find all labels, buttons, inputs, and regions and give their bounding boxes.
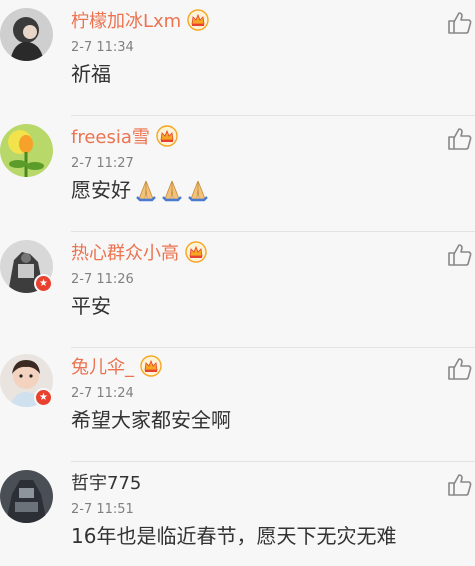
comment-list: 柠檬加冰Lxm 2-7 11:34 祈福 freesia雪 2-7 11:27 …	[0, 0, 475, 566]
crown-icon	[156, 125, 178, 147]
thumbs-up-icon	[448, 244, 472, 266]
comment-text: 平安	[71, 292, 111, 320]
comment-text-content: 祈福	[71, 62, 111, 86]
like-button[interactable]	[447, 472, 473, 498]
comment-time: 2-7 11:34	[71, 40, 134, 55]
comment-time: 2-7 11:27	[71, 156, 134, 171]
username[interactable]: 兔儿伞_	[71, 353, 134, 379]
comment-time: 2-7 11:24	[71, 386, 134, 401]
thumbs-up-icon	[448, 12, 472, 34]
thumbs-up-icon	[448, 474, 472, 496]
star-badge-icon: ★	[39, 278, 48, 289]
star-badge-icon: ★	[39, 392, 48, 403]
name-row: 哲宇775	[71, 468, 141, 496]
comment-item: 哲宇775 2-7 11:51 16年也是临近春节，愿天下无灾无难	[0, 462, 475, 566]
comment-item: ★ 热心群众小高 2-7 11:26 平安	[0, 232, 475, 348]
comment-text-content: 16年也是临近春节，愿天下无灾无难	[71, 524, 397, 548]
thumbs-up-icon	[448, 128, 472, 150]
like-button[interactable]	[447, 10, 473, 36]
like-button[interactable]	[447, 242, 473, 268]
folded-hands-icon	[136, 180, 156, 202]
name-row: freesia雪	[71, 122, 178, 150]
crown-icon	[140, 355, 162, 377]
avatar[interactable]	[0, 470, 53, 523]
avatar[interactable]	[0, 124, 53, 177]
comment-text-content: 愿安好	[71, 178, 131, 202]
comment-text: 愿安好	[71, 176, 211, 204]
folded-hands-icon	[162, 180, 182, 202]
verified-badge: ★	[34, 388, 53, 407]
comment-text-content: 希望大家都安全啊	[71, 408, 231, 432]
username[interactable]: 柠檬加冰Lxm	[71, 7, 181, 33]
verified-badge: ★	[34, 274, 53, 293]
username[interactable]: 热心群众小高	[71, 239, 179, 265]
emoji-group	[133, 177, 211, 203]
username[interactable]: 哲宇775	[71, 469, 141, 495]
comment-text: 希望大家都安全啊	[71, 406, 231, 434]
folded-hands-icon	[188, 180, 208, 202]
name-row: 兔儿伞_	[71, 352, 162, 380]
comment-text: 祈福	[71, 60, 111, 88]
comment-text-content: 平安	[71, 294, 111, 318]
avatar[interactable]	[0, 8, 53, 61]
crown-icon	[185, 241, 207, 263]
name-row: 柠檬加冰Lxm	[71, 6, 209, 34]
crown-icon	[187, 9, 209, 31]
comment-time: 2-7 11:51	[71, 502, 134, 517]
comment-item: 柠檬加冰Lxm 2-7 11:34 祈福	[0, 0, 475, 116]
like-button[interactable]	[447, 356, 473, 382]
comment-item: ★ 兔儿伞_ 2-7 11:24 希望大家都安全啊	[0, 346, 475, 462]
thumbs-up-icon	[448, 358, 472, 380]
username[interactable]: freesia雪	[71, 123, 150, 149]
like-button[interactable]	[447, 126, 473, 152]
name-row: 热心群众小高	[71, 238, 207, 266]
comment-item: freesia雪 2-7 11:27 愿安好	[0, 116, 475, 232]
comment-text: 16年也是临近春节，愿天下无灾无难	[71, 522, 396, 550]
comment-time: 2-7 11:26	[71, 272, 134, 287]
